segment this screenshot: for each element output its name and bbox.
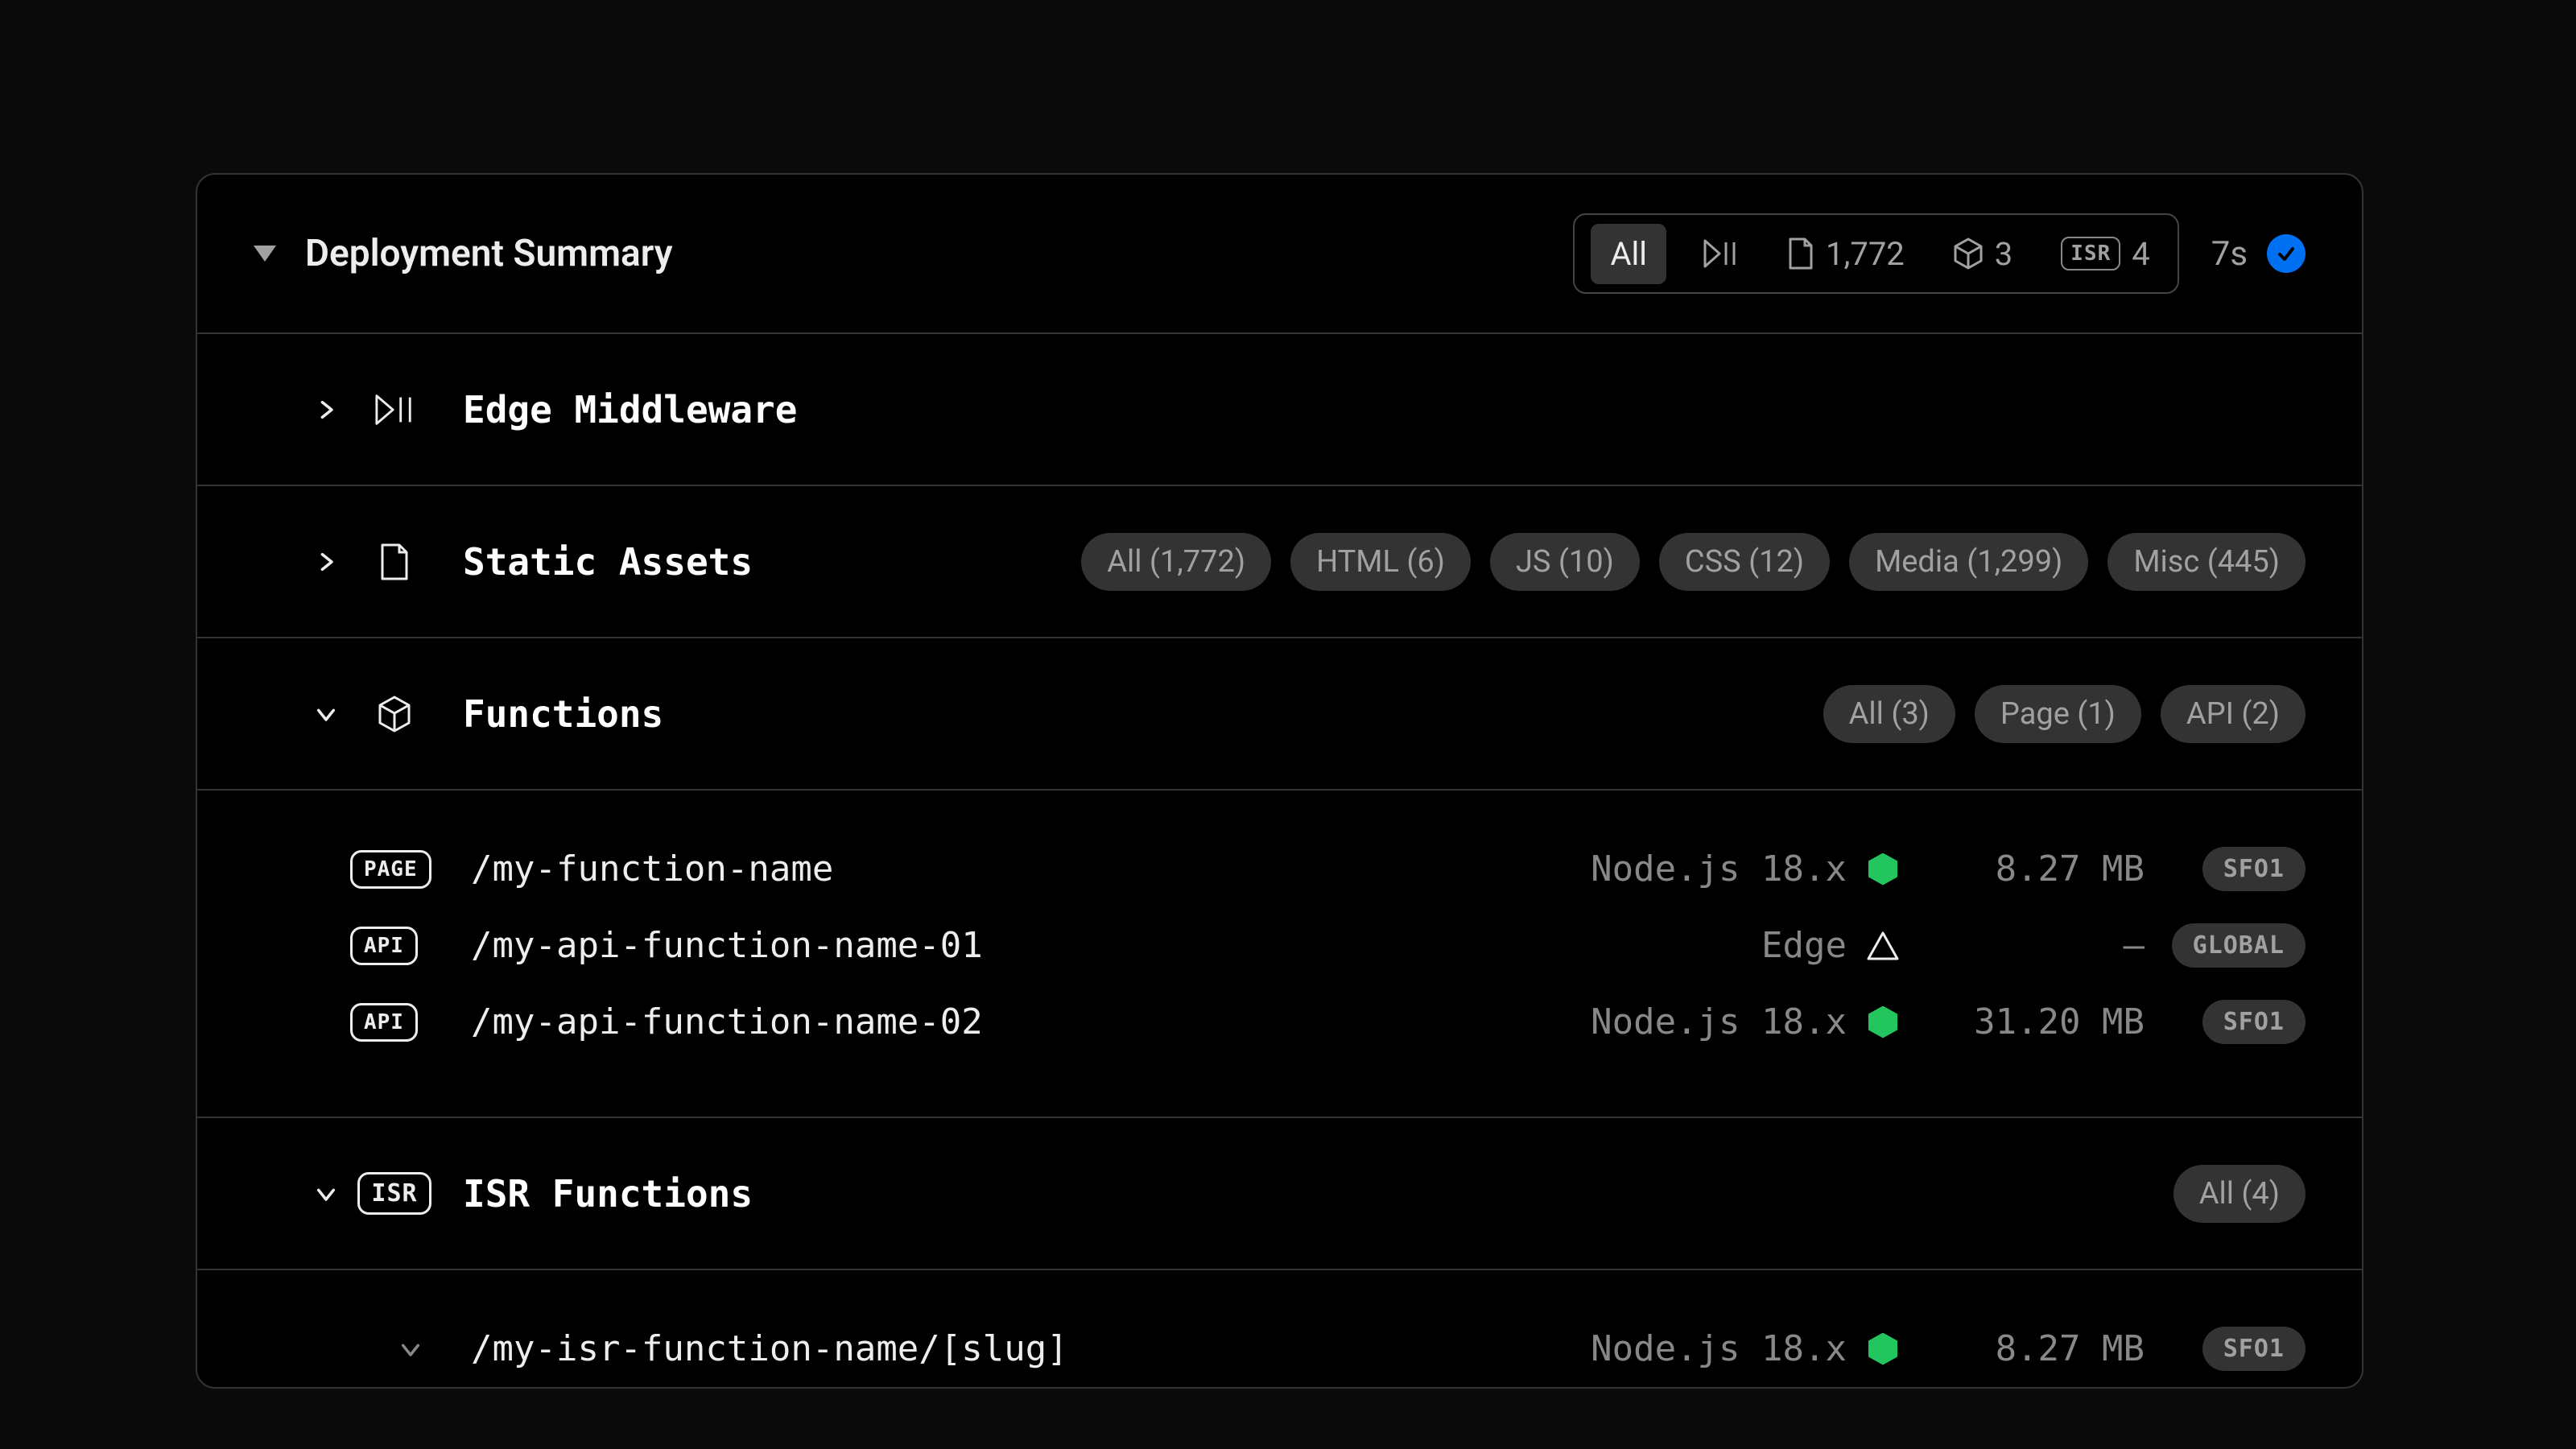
- isr-path: /my-isr-function-name/[slug]: [471, 1328, 1525, 1369]
- function-path: /my-api-function-name-01: [471, 925, 1525, 966]
- filter-isr[interactable]: ISR 4: [2050, 229, 2161, 279]
- function-row[interactable]: API /my-api-function-name-02 Node.js 18.…: [254, 984, 2306, 1060]
- status-badge: [2267, 234, 2306, 273]
- isr-size: 8.27 MB: [1919, 1328, 2145, 1369]
- static-filter-css[interactable]: CSS (12): [1659, 533, 1830, 591]
- static-filters: All (1,772) HTML (6) JS (10) CSS (12) Me…: [1081, 533, 2306, 591]
- type-badge-api: API: [350, 927, 418, 965]
- collapse-icon: [254, 246, 276, 262]
- fn-filter-page[interactable]: Page (1): [1975, 685, 2141, 743]
- isr-icon: ISR: [2061, 237, 2120, 270]
- node-icon: [1847, 1006, 1919, 1038]
- chevron-down-icon: [310, 703, 342, 725]
- region-badge: SFO1: [2202, 847, 2306, 891]
- fn-filter-api[interactable]: API (2): [2161, 685, 2306, 743]
- isr-title: ISR Functions: [463, 1172, 753, 1216]
- isr-runtime: Node.js 18.x: [1525, 1328, 1847, 1369]
- isr-badge-icon: ISR: [374, 1172, 415, 1215]
- chevron-down-icon: [399, 1338, 422, 1360]
- function-icon: [1953, 237, 1984, 270]
- function-size: 8.27 MB: [1919, 848, 2145, 890]
- filter-functions[interactable]: 3: [1942, 229, 2024, 279]
- function-size: 31.20 MB: [1919, 1001, 2145, 1042]
- functions-title: Functions: [463, 692, 663, 736]
- filter-segment: All 1,772 3: [1573, 213, 2178, 294]
- deployment-summary-panel: Deployment Summary All 1,772: [196, 173, 2363, 1389]
- function-icon: [374, 695, 415, 733]
- file-icon: [1787, 237, 1814, 270]
- section-static-assets[interactable]: Static Assets All (1,772) HTML (6) JS (1…: [197, 486, 2362, 638]
- chevron-down-icon: [310, 1183, 342, 1205]
- summary-title: Deployment Summary: [305, 232, 673, 275]
- section-middleware[interactable]: Edge Middleware: [197, 334, 2362, 486]
- section-isr[interactable]: ISR ISR Functions All (4): [197, 1118, 2362, 1270]
- chevron-right-icon: [310, 551, 342, 573]
- middleware-icon: [374, 393, 415, 427]
- summary-header[interactable]: Deployment Summary All 1,772: [197, 175, 2362, 334]
- type-badge-api: API: [350, 1003, 418, 1042]
- static-filter-html[interactable]: HTML (6): [1290, 533, 1471, 591]
- region-badge: GLOBAL: [2172, 923, 2306, 968]
- chevron-right-icon: [310, 398, 342, 421]
- static-filter-misc[interactable]: Misc (445): [2107, 533, 2306, 591]
- function-path: /my-api-function-name-02: [471, 1001, 1525, 1042]
- function-size: —: [1919, 925, 2145, 966]
- type-badge-page: PAGE: [350, 850, 431, 889]
- static-title: Static Assets: [463, 540, 753, 584]
- function-row[interactable]: API /my-api-function-name-01 Edge — GLOB…: [254, 907, 2306, 984]
- static-filter-js[interactable]: JS (10): [1490, 533, 1640, 591]
- isr-filter-all[interactable]: All (4): [2174, 1165, 2306, 1223]
- function-runtime: Node.js 18.x: [1525, 848, 1847, 890]
- functions-list: PAGE /my-function-name Node.js 18.x 8.27…: [197, 791, 2362, 1118]
- check-icon: [2275, 242, 2297, 265]
- region-badge: SFO1: [2202, 1000, 2306, 1044]
- isr-list: /my-isr-function-name/[slug] Node.js 18.…: [197, 1270, 2362, 1387]
- fn-filter-all[interactable]: All (3): [1823, 685, 1955, 743]
- isr-filters: All (4): [2174, 1165, 2306, 1223]
- filter-assets[interactable]: 1,772: [1776, 229, 1916, 279]
- function-row[interactable]: PAGE /my-function-name Node.js 18.x 8.27…: [254, 831, 2306, 907]
- function-runtime: Edge: [1525, 925, 1847, 966]
- node-icon: [1847, 1333, 1919, 1365]
- edge-icon: [1847, 931, 1919, 960]
- static-filter-all[interactable]: All (1,772): [1081, 533, 1271, 591]
- function-runtime: Node.js 18.x: [1525, 1001, 1847, 1042]
- functions-filters: All (3) Page (1) API (2): [1823, 685, 2306, 743]
- function-path: /my-function-name: [471, 848, 1525, 890]
- middleware-title: Edge Middleware: [463, 388, 797, 431]
- deploy-time: 7s: [2211, 234, 2248, 274]
- filter-all[interactable]: All: [1591, 224, 1666, 284]
- isr-row[interactable]: /my-isr-function-name/[slug] Node.js 18.…: [254, 1311, 2306, 1387]
- filter-middleware[interactable]: [1692, 233, 1750, 275]
- section-functions[interactable]: Functions All (3) Page (1) API (2): [197, 638, 2362, 791]
- node-icon: [1847, 853, 1919, 886]
- middleware-icon: [1703, 239, 1739, 268]
- region-badge: SFO1: [2202, 1327, 2306, 1371]
- file-icon: [374, 543, 415, 581]
- static-filter-media[interactable]: Media (1,299): [1849, 533, 2088, 591]
